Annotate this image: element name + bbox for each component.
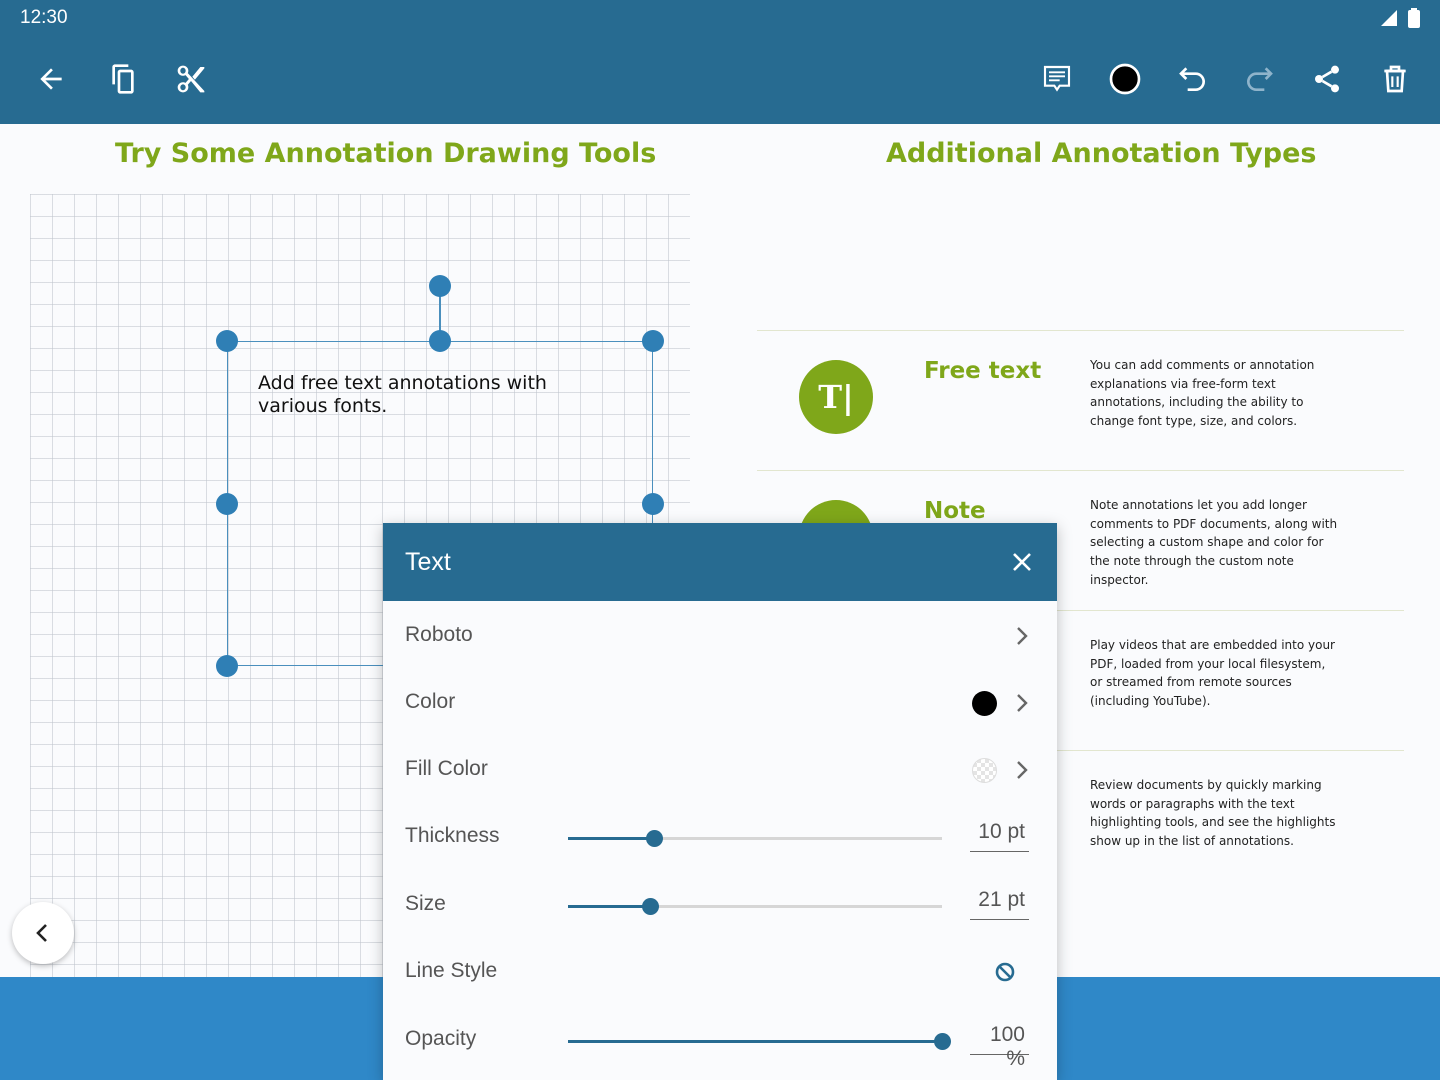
- close-inspector-button[interactable]: [1003, 543, 1041, 581]
- color-label: Color: [405, 690, 456, 713]
- fill-color-swatch: [972, 758, 997, 783]
- line-style-label: Line Style: [405, 959, 498, 982]
- size-value[interactable]: 21 pt: [970, 888, 1029, 920]
- close-icon: [1013, 553, 1031, 571]
- battery-icon: [1408, 8, 1420, 28]
- back-button[interactable]: [28, 56, 74, 102]
- chevron-right-icon: [1017, 694, 1028, 712]
- opacity-slider[interactable]: [568, 1033, 951, 1050]
- redo-icon: [1247, 67, 1273, 91]
- trash-icon: [1384, 65, 1406, 93]
- color-swatch: [972, 691, 997, 716]
- copy-icon: [112, 64, 134, 94]
- opacity-value[interactable]: 100 %: [970, 1023, 1029, 1070]
- inspector-header: Text: [383, 523, 1057, 601]
- undo-icon: [1179, 67, 1205, 91]
- scissors-icon: [177, 65, 205, 93]
- chevron-right-icon: [1017, 761, 1028, 779]
- thickness-row: Thickness 10 pt: [383, 804, 1057, 871]
- line-style-row[interactable]: Line Style: [383, 939, 1057, 1006]
- collapse-sidebar-button[interactable]: [12, 902, 74, 964]
- app-bar: 12:30: [0, 0, 1440, 124]
- divider: [757, 470, 1404, 471]
- signal-icon: [1381, 10, 1397, 26]
- rotation-handle[interactable]: [429, 275, 451, 297]
- resize-handle-top[interactable]: [429, 330, 451, 352]
- divider: [757, 330, 1404, 331]
- comment-button[interactable]: [1034, 56, 1080, 102]
- chevron-right-icon: [1017, 627, 1028, 645]
- opacity-slider-thumb[interactable]: [934, 1033, 951, 1050]
- copy-button[interactable]: [100, 56, 146, 102]
- right-heading: Additional Annotation Types: [886, 138, 1317, 169]
- resize-handle-left[interactable]: [216, 493, 238, 515]
- font-row[interactable]: Roboto: [383, 603, 1057, 670]
- thickness-slider-fill: [568, 837, 655, 840]
- thickness-value[interactable]: 10 pt: [970, 820, 1029, 852]
- text-inspector-panel: Text Roboto Color Fill Color Thickness 1…: [383, 523, 1057, 1080]
- color-row[interactable]: Color: [383, 670, 1057, 737]
- redo-button[interactable]: [1236, 56, 1282, 102]
- video-description: Play videos that are embedded into your …: [1090, 638, 1335, 709]
- opacity-slider-fill: [568, 1040, 942, 1043]
- share-button[interactable]: [1304, 56, 1350, 102]
- inspector-title: Text: [405, 548, 451, 576]
- size-label: Size: [405, 892, 446, 915]
- delete-button[interactable]: [1372, 56, 1418, 102]
- size-slider-fill: [568, 905, 651, 908]
- status-icons: [1380, 8, 1420, 28]
- cut-button[interactable]: [168, 56, 214, 102]
- comment-icon: [1043, 65, 1071, 92]
- color-circle-icon: [1109, 63, 1141, 95]
- resize-handle-top-left[interactable]: [216, 330, 238, 352]
- free-text-content[interactable]: Add free text annotations with various f…: [258, 372, 618, 418]
- fill-color-row[interactable]: Fill Color: [383, 737, 1057, 804]
- back-arrow-icon: [40, 68, 62, 90]
- share-icon: [1315, 65, 1339, 93]
- opacity-row: Opacity 100 %: [383, 1007, 1057, 1074]
- resize-handle-top-right[interactable]: [642, 330, 664, 352]
- size-slider[interactable]: [568, 898, 942, 915]
- size-row: Size 21 pt: [383, 872, 1057, 939]
- undo-button[interactable]: [1170, 56, 1216, 102]
- note-title: Note: [924, 498, 986, 524]
- font-label: Roboto: [405, 623, 473, 646]
- color-button[interactable]: [1102, 56, 1148, 102]
- free-text-title: Free text: [924, 358, 1042, 384]
- left-heading: Try Some Annotation Drawing Tools: [115, 138, 657, 169]
- thickness-label: Thickness: [405, 824, 500, 847]
- size-slider-thumb[interactable]: [642, 898, 660, 915]
- resize-handle-bottom-left[interactable]: [216, 655, 238, 677]
- status-time: 12:30: [20, 7, 68, 28]
- fill-color-label: Fill Color: [405, 757, 488, 780]
- no-style-icon: [995, 962, 1015, 982]
- resize-handle-right[interactable]: [642, 493, 664, 515]
- free-text-description: You can add comments or annotation expla…: [1090, 358, 1315, 429]
- highlight-description: Review documents by quickly marking word…: [1090, 778, 1336, 849]
- thickness-slider-thumb[interactable]: [646, 830, 664, 847]
- thickness-slider[interactable]: [568, 830, 942, 847]
- chevron-left-icon: [36, 924, 47, 942]
- free-text-type-icon: T|: [799, 360, 873, 434]
- note-description: Note annotations let you add longer comm…: [1090, 498, 1338, 587]
- opacity-label: Opacity: [405, 1027, 477, 1050]
